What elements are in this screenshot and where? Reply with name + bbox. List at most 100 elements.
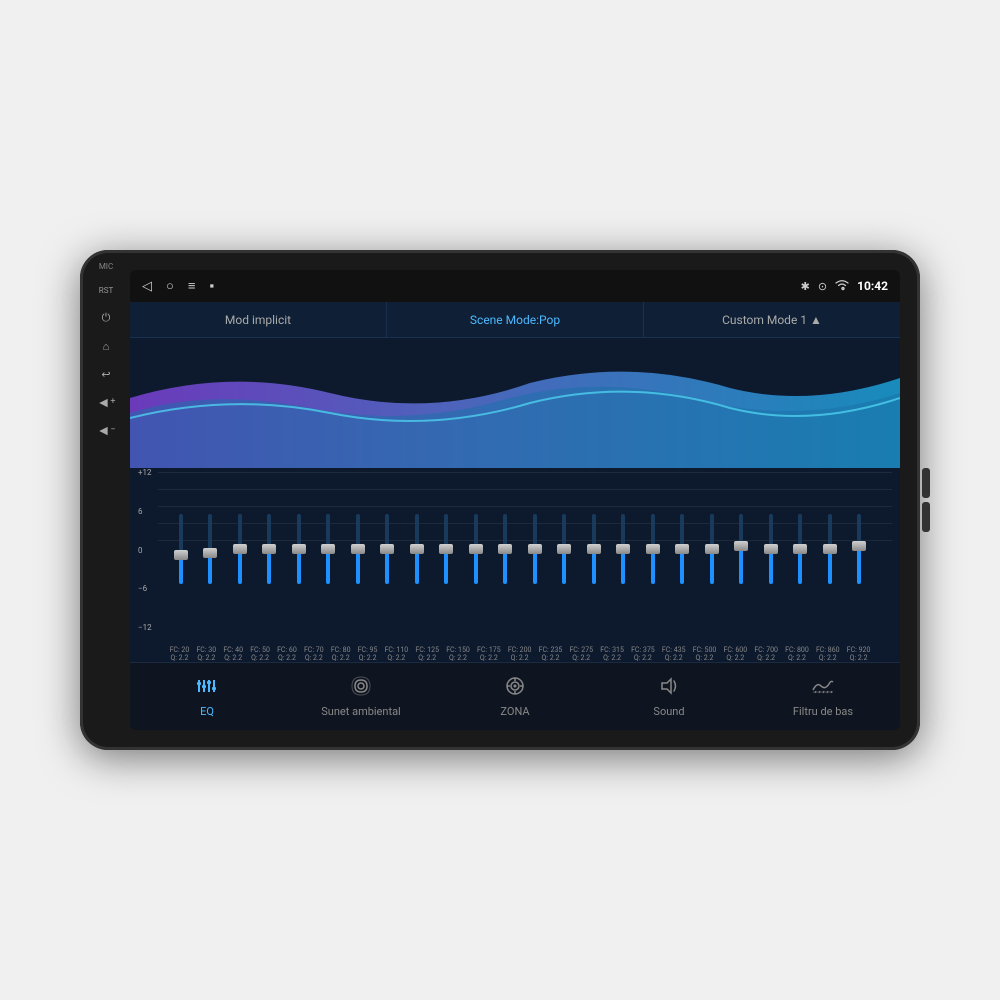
slider-thumb-40[interactable] — [233, 544, 247, 554]
slider-col-125[interactable] — [444, 514, 448, 604]
fc-label-40: FC: 40 — [223, 646, 243, 654]
freq-label-col-125: FC: 125Q: 2.2 — [415, 646, 439, 662]
slider-col-860[interactable] — [828, 514, 832, 604]
mode-scene[interactable]: Scene Mode:Pop — [387, 302, 644, 337]
slider-col-80[interactable] — [356, 514, 360, 604]
slider-col-700[interactable] — [769, 514, 773, 604]
slider-col-235[interactable] — [562, 514, 566, 604]
q-label-80: Q: 2.2 — [332, 654, 350, 662]
slider-col-40[interactable] — [238, 514, 242, 604]
fc-label-20: FC: 20 — [170, 646, 190, 654]
slider-col-50[interactable] — [267, 514, 271, 604]
vol-down-button[interactable]: ◄− — [95, 419, 117, 441]
slider-thumb-20[interactable] — [174, 550, 188, 560]
tab-ambient[interactable]: Sunet ambiental — [284, 663, 438, 730]
slider-fill-275 — [592, 549, 596, 584]
slider-thumb-235[interactable] — [557, 544, 571, 554]
q-label-275: Q: 2.2 — [572, 654, 590, 662]
slider-thumb-500[interactable] — [705, 544, 719, 554]
mode-custom[interactable]: Custom Mode 1 ▲ — [644, 302, 900, 337]
back-nav-icon[interactable]: ◁ — [142, 279, 152, 294]
slider-track-30 — [208, 514, 212, 584]
slider-thumb-80[interactable] — [351, 544, 365, 554]
home-nav-icon[interactable]: ○ — [166, 278, 174, 294]
slider-thumb-30[interactable] — [203, 548, 217, 558]
tab-eq[interactable]: EQ — [130, 663, 284, 730]
freq-label-col-375: FC: 375Q: 2.2 — [631, 646, 655, 662]
slider-col-30[interactable] — [208, 514, 212, 604]
slider-col-500[interactable] — [710, 514, 714, 604]
slider-thumb-50[interactable] — [262, 544, 276, 554]
slider-track-20 — [179, 514, 183, 584]
slider-thumb-860[interactable] — [823, 544, 837, 554]
slider-thumb-200[interactable] — [528, 544, 542, 554]
slider-thumb-95[interactable] — [380, 544, 394, 554]
slider-col-375[interactable] — [651, 514, 655, 604]
slider-thumb-600[interactable] — [734, 541, 748, 551]
freq-label-col-30: FC: 30Q: 2.2 — [196, 646, 216, 662]
slider-fill-150 — [474, 549, 478, 584]
fc-label-110: FC: 110 — [385, 646, 409, 654]
slider-col-60[interactable] — [297, 514, 301, 604]
slider-fill-700 — [769, 549, 773, 584]
slider-fill-175 — [503, 549, 507, 584]
slider-thumb-375[interactable] — [646, 544, 660, 554]
slider-col-920[interactable] — [857, 514, 861, 604]
slider-col-435[interactable] — [680, 514, 684, 604]
slider-thumb-175[interactable] — [498, 544, 512, 554]
slider-track-200 — [533, 514, 537, 584]
menu-nav-icon[interactable]: ≡ — [188, 278, 196, 294]
slider-col-175[interactable] — [503, 514, 507, 604]
slider-thumb-150[interactable] — [469, 544, 483, 554]
back-button[interactable]: ↩ — [95, 363, 117, 385]
tab-sound[interactable]: Sound — [592, 663, 746, 730]
freq-label-col-20: FC: 20Q: 2.2 — [170, 646, 190, 662]
slider-col-600[interactable] — [739, 514, 743, 604]
side-btn-2 — [922, 502, 930, 532]
rst-button[interactable]: RST — [95, 279, 117, 301]
slider-thumb-60[interactable] — [292, 544, 306, 554]
slider-thumb-700[interactable] — [764, 544, 778, 554]
slider-track-95 — [385, 514, 389, 584]
power-button[interactable]: ⏻ — [95, 307, 117, 329]
slider-thumb-435[interactable] — [675, 544, 689, 554]
slider-col-800[interactable] — [798, 514, 802, 604]
slider-thumb-920[interactable] — [852, 541, 866, 551]
slider-col-70[interactable] — [326, 514, 330, 604]
q-label-70: Q: 2.2 — [305, 654, 323, 662]
q-label-700: Q: 2.2 — [757, 654, 775, 662]
slider-fill-125 — [444, 549, 448, 584]
recent-nav-icon[interactable]: ▪ — [209, 278, 214, 294]
q-label-125: Q: 2.2 — [418, 654, 436, 662]
slider-thumb-315[interactable] — [616, 544, 630, 554]
slider-track-125 — [444, 514, 448, 584]
vol-up-button[interactable]: ◄+ — [95, 391, 117, 413]
slider-col-95[interactable] — [385, 514, 389, 604]
slider-fill-920 — [857, 546, 861, 585]
tab-bass-label: Filtru de bas — [793, 705, 853, 718]
slider-col-315[interactable] — [621, 514, 625, 604]
slider-col-20[interactable] — [179, 514, 183, 604]
freq-label-col-700: FC: 700Q: 2.2 — [754, 646, 778, 662]
home-button[interactable]: ⌂ — [95, 335, 117, 357]
slider-fill-200 — [533, 549, 537, 584]
slider-col-110[interactable] — [415, 514, 419, 604]
slider-col-275[interactable] — [592, 514, 596, 604]
q-label-800: Q: 2.2 — [788, 654, 806, 662]
slider-col-150[interactable] — [474, 514, 478, 604]
slider-col-200[interactable] — [533, 514, 537, 604]
slider-track-920 — [857, 514, 861, 584]
bottom-nav: EQ Sunet ambiental — [130, 662, 900, 730]
freq-label-col-435: FC: 435Q: 2.2 — [662, 646, 686, 662]
mode-bar: Mod implicit Scene Mode:Pop Custom Mode … — [130, 302, 900, 338]
tab-sound-label: Sound — [653, 705, 684, 718]
slider-thumb-70[interactable] — [321, 544, 335, 554]
slider-thumb-110[interactable] — [410, 544, 424, 554]
slider-thumb-275[interactable] — [587, 544, 601, 554]
mode-implicit-label: Mod implicit — [225, 313, 291, 327]
slider-thumb-800[interactable] — [793, 544, 807, 554]
tab-bass[interactable]: Filtru de bas — [746, 663, 900, 730]
tab-zona[interactable]: ZONA — [438, 663, 592, 730]
slider-thumb-125[interactable] — [439, 544, 453, 554]
mode-implicit[interactable]: Mod implicit — [130, 302, 387, 337]
